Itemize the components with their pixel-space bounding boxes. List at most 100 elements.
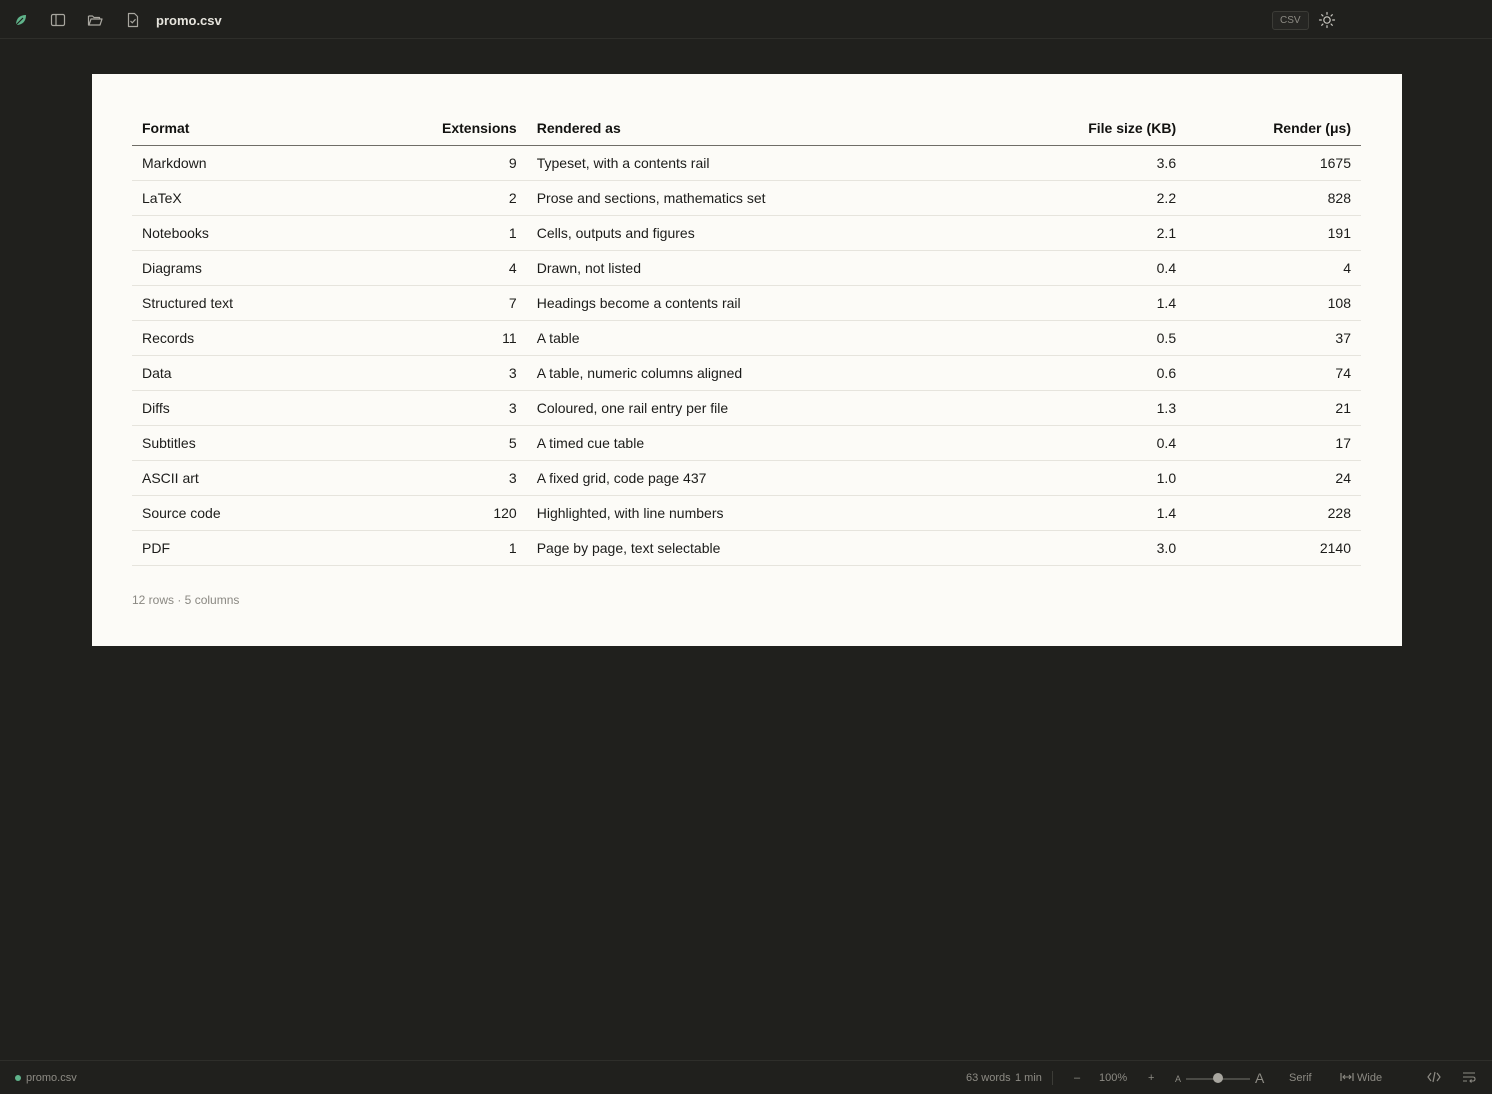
cell-extensions: 3 [374, 390, 527, 426]
table-row[interactable]: LaTeX 2 Prose and sections, mathematics se… [132, 180, 1361, 216]
sun-icon[interactable] [1318, 11, 1336, 29]
data-table: Format Extensions Rendered as File size … [132, 111, 1361, 566]
cell-render-time: 1675 [1186, 145, 1361, 181]
format-badge[interactable]: CSV [1272, 11, 1309, 30]
cell-rendered-as: A table [526, 320, 961, 356]
cell-render-time: 21 [1186, 390, 1361, 426]
cell-render-time: 17 [1186, 425, 1361, 461]
width-mode-label: Wide [1357, 1072, 1383, 1084]
table-row[interactable]: Source code 120 Highlighted, with line num… [132, 495, 1361, 531]
cell-render-time: 24 [1186, 460, 1361, 496]
file-icon[interactable] [124, 11, 142, 29]
cell-render-time: 2140 [1186, 530, 1361, 566]
read-time: 1 min [1015, 1072, 1042, 1084]
code-view-icon[interactable] [1427, 1071, 1441, 1086]
cell-rendered-as: Typeset, with a contents rail [526, 145, 961, 181]
zoom-level[interactable]: 100% [1099, 1072, 1127, 1084]
table-row[interactable]: Diagrams 4 Drawn, not listed 0.4 4 [132, 250, 1361, 286]
table-row[interactable]: Notebooks 1 Cells, outputs and figures 2.1 1… [132, 215, 1361, 251]
cell-render-time: 228 [1186, 495, 1361, 531]
width-mode-toggle[interactable]: Wide [1340, 1072, 1382, 1084]
cell-format: ASCII art [132, 460, 375, 496]
top-bar: promo.csv CSV [0, 0, 1492, 39]
cell-rendered-as: A table, numeric columns aligned [526, 355, 961, 391]
cell-extensions: 4 [374, 250, 527, 286]
cell-rendered-as: Drawn, not listed [526, 250, 961, 286]
table-row[interactable]: PDF 1 Page by page, text selectable 3.0 2140 [132, 530, 1361, 566]
cell-file-size: 0.4 [960, 425, 1187, 461]
cell-rendered-as: Highlighted, with line numbers [526, 495, 961, 531]
cell-render-time: 74 [1186, 355, 1361, 391]
cell-extensions: 1 [374, 530, 527, 566]
leaf-logo-icon[interactable] [12, 11, 30, 29]
cell-file-size: 3.0 [960, 530, 1187, 566]
cell-rendered-as: A timed cue table [526, 425, 961, 461]
table-row[interactable]: Subtitles 5 A timed cue table 0.4 17 [132, 425, 1361, 461]
cell-render-time: 108 [1186, 285, 1361, 321]
cell-extensions: 9 [374, 145, 527, 181]
cell-extensions: 3 [374, 460, 527, 496]
cell-file-size: 1.4 [960, 495, 1187, 531]
font-size-large-label: A [1255, 1070, 1265, 1086]
cell-file-size: 2.1 [960, 215, 1187, 251]
column-header-rendered-as[interactable]: Rendered as [526, 111, 961, 146]
cell-extensions: 3 [374, 355, 527, 391]
font-size-slider-handle[interactable] [1213, 1073, 1223, 1083]
word-count: 63 words [966, 1072, 1011, 1084]
cell-render-time: 37 [1186, 320, 1361, 356]
table-summary: 12 rows · 5 columns [132, 593, 240, 607]
cell-render-time: 191 [1186, 215, 1361, 251]
cell-extensions: 2 [374, 180, 527, 216]
font-family-toggle[interactable]: Serif [1289, 1072, 1312, 1084]
zoom-out-button[interactable]: – [1074, 1072, 1080, 1084]
sidebar-toggle-icon[interactable] [49, 11, 67, 29]
cell-rendered-as: Headings become a contents rail [526, 285, 961, 321]
cell-extensions: 1 [374, 215, 527, 251]
column-header-extensions[interactable]: Extensions [374, 111, 527, 146]
cell-rendered-as: Page by page, text selectable [526, 530, 961, 566]
table-row[interactable]: Markdown 9 Typeset, with a contents rail 3.… [132, 145, 1361, 181]
cell-format: Diagrams [132, 250, 375, 286]
width-arrows-icon [1340, 1073, 1354, 1081]
font-size-small-label: A [1175, 1074, 1182, 1084]
cell-file-size: 1.3 [960, 390, 1187, 426]
cell-format: Structured text [132, 285, 375, 321]
cell-file-size: 3.6 [960, 145, 1187, 181]
table-row[interactable]: Records 11 A table 0.5 37 [132, 320, 1361, 356]
zoom-in-button[interactable]: + [1148, 1072, 1154, 1084]
cell-rendered-as: Coloured, one rail entry per file [526, 390, 961, 426]
cell-file-size: 0.6 [960, 355, 1187, 391]
divider [1052, 1071, 1053, 1085]
document-page: Format Extensions Rendered as File size … [92, 74, 1402, 646]
table-row[interactable]: ASCII art 3 A fixed grid, code page 437 1.0… [132, 460, 1361, 496]
table-row[interactable]: Data 3 A table, numeric columns aligned 0.6… [132, 355, 1361, 391]
cell-file-size: 1.4 [960, 285, 1187, 321]
table-header-row: Format Extensions Rendered as File size … [132, 111, 1361, 146]
cell-format: Data [132, 355, 375, 391]
cell-render-time: 4 [1186, 250, 1361, 286]
cell-extensions: 7 [374, 285, 527, 321]
cell-format: Source code [132, 495, 375, 531]
cell-rendered-as: Cells, outputs and figures [526, 215, 961, 251]
folder-open-icon[interactable] [86, 11, 104, 29]
cell-format: Subtitles [132, 425, 375, 461]
cell-format: Diffs [132, 390, 375, 426]
cell-file-size: 1.0 [960, 460, 1187, 496]
table-row[interactable]: Diffs 3 Coloured, one rail entry per file 1… [132, 390, 1361, 426]
cell-file-size: 0.5 [960, 320, 1187, 356]
status-dot-icon [15, 1075, 21, 1081]
column-header-render-time[interactable]: Render (μs) [1186, 111, 1361, 146]
cell-extensions: 11 [374, 320, 527, 356]
cell-render-time: 828 [1186, 180, 1361, 216]
status-bar: promo.csv 63 words 1 min – 100% + A A Se… [0, 1060, 1492, 1094]
file-title: promo.csv [156, 13, 222, 28]
cell-extensions: 5 [374, 425, 527, 461]
wrap-text-icon[interactable] [1462, 1071, 1476, 1086]
cell-file-size: 0.4 [960, 250, 1187, 286]
column-header-file-size[interactable]: File size (KB) [960, 111, 1187, 146]
cell-format: Records [132, 320, 375, 356]
cell-rendered-as: A fixed grid, code page 437 [526, 460, 961, 496]
column-header-format[interactable]: Format [132, 111, 375, 146]
cell-file-size: 2.2 [960, 180, 1187, 216]
table-row[interactable]: Structured text 7 Headings become a conten… [132, 285, 1361, 321]
